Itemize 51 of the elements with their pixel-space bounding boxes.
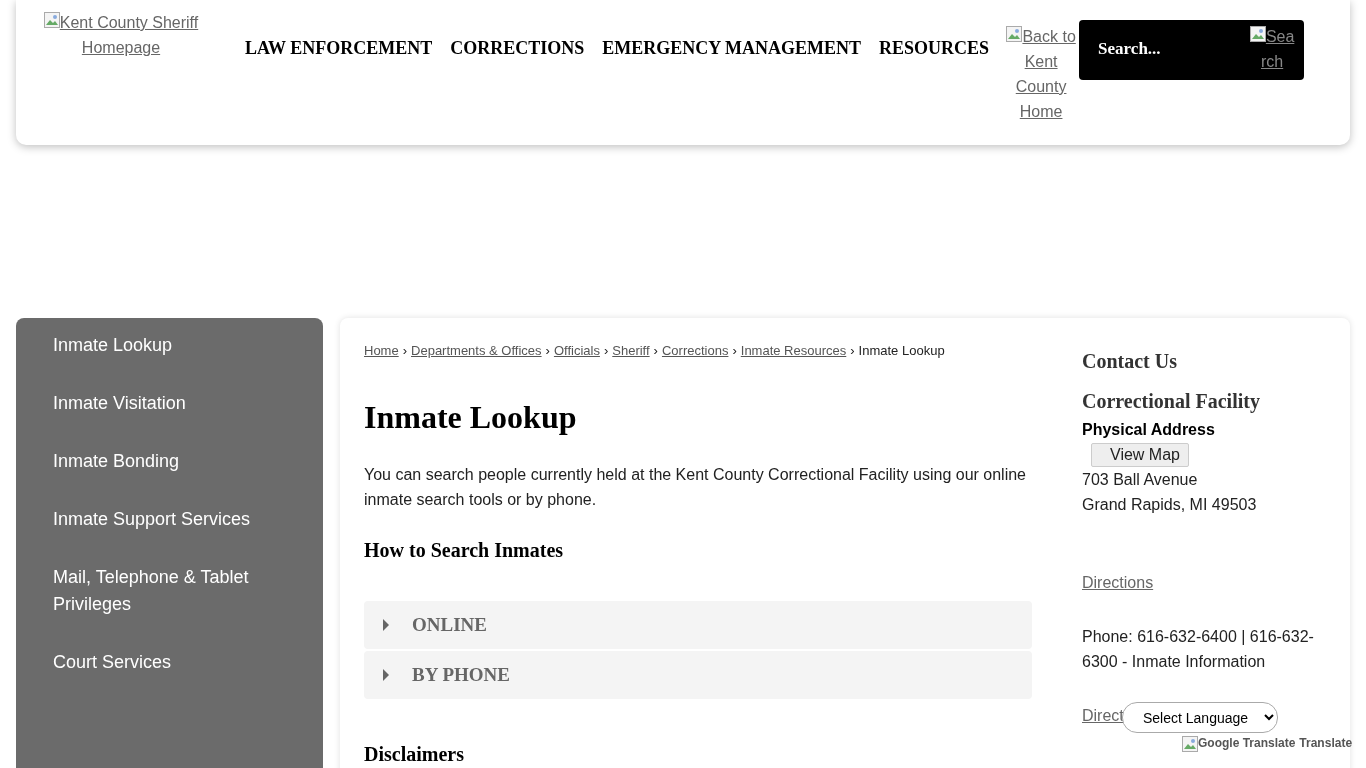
translate-label: Translate	[1299, 736, 1353, 750]
accordion-header[interactable]: ONLINE	[364, 601, 1032, 649]
breadcrumb-link[interactable]: Sheriff	[612, 343, 650, 358]
phone-text: Phone: 616-632-6400 | 616-632-6300 - Inmate Information	[1082, 627, 1315, 672]
breadcrumb-link[interactable]: Corrections	[661, 343, 729, 358]
contact-heading: Contact Us	[1082, 349, 1178, 374]
breadcrumb-separator: ›	[603, 343, 609, 358]
directions-link[interactable]: Directions	[1082, 570, 1154, 595]
language-select[interactable]: Select Language	[1122, 702, 1278, 733]
address-label: Physical Address	[1082, 420, 1216, 440]
address-line: Grand Rapids, MI 49503	[1082, 495, 1258, 515]
sidebar-item[interactable]: Inmate Support Services	[16, 506, 323, 533]
directions-link[interactable]: Direct	[1082, 703, 1124, 728]
nav-link[interactable]: LAW ENFORCEMENT	[245, 38, 433, 59]
broken-image-icon	[1006, 26, 1023, 42]
sidebar-item[interactable]: Inmate Lookup	[16, 332, 323, 359]
logo-link[interactable]: Kent County Sheriff Homepage	[31, 10, 211, 60]
broken-image-icon	[43, 12, 60, 28]
page-title: Inmate Lookup	[364, 398, 578, 437]
sidebar-item[interactable]: Inmate Bonding	[16, 448, 323, 475]
breadcrumb-separator: ›	[402, 343, 408, 358]
sidebar-item[interactable]: Mail, Telephone & Tablet Privileges	[16, 564, 323, 618]
caret-icon	[382, 619, 390, 631]
nav-link[interactable]: CORRECTIONS	[450, 38, 585, 59]
address-line: 703 Ball Avenue	[1082, 470, 1199, 490]
facility-heading: Correctional Facility	[1082, 389, 1261, 414]
broken-image-icon	[1182, 736, 1198, 752]
broken-image-icon	[1249, 26, 1266, 42]
breadcrumb-current: Inmate Lookup	[858, 343, 945, 358]
search-button[interactable]: Sea rch	[1248, 24, 1297, 74]
nav-link[interactable]: RESOURCES	[879, 38, 990, 59]
search-field[interactable]: Search... Sea rch	[1079, 20, 1305, 80]
section-heading: How to Search Inmates	[364, 538, 565, 563]
breadcrumb-link[interactable]: Home	[364, 343, 399, 358]
home-link[interactable]: Back to Kent County Home	[1003, 24, 1080, 124]
translate-alt-text: Google Translate	[1198, 736, 1296, 750]
breadcrumb-separator: ›	[732, 343, 737, 358]
section-heading: Disclaimers	[364, 742, 465, 767]
accordion-header[interactable]: BY PHONE	[364, 651, 1032, 699]
intro-text: You can search people currently held at the Kent County Correctional Facility using our online inmate search tools or by phone.	[364, 465, 1027, 510]
view-map-button[interactable]: View Map	[1091, 443, 1189, 467]
breadcrumb-link[interactable]: Officials	[553, 343, 600, 358]
breadcrumb-separator: ›	[653, 343, 658, 358]
sidebar-item[interactable]: Inmate Visitation	[16, 390, 323, 417]
breadcrumb-link[interactable]: Inmate Resources	[740, 343, 847, 358]
breadcrumb-separator: ›	[545, 343, 550, 358]
sidebar-item[interactable]: Court Services	[16, 649, 323, 676]
breadcrumb-separator: ›	[850, 343, 855, 358]
breadcrumb-link[interactable]: Departments & Offices	[411, 343, 542, 358]
nav-link[interactable]: EMERGENCY MANAGEMENT	[602, 38, 862, 59]
caret-icon	[382, 669, 390, 681]
